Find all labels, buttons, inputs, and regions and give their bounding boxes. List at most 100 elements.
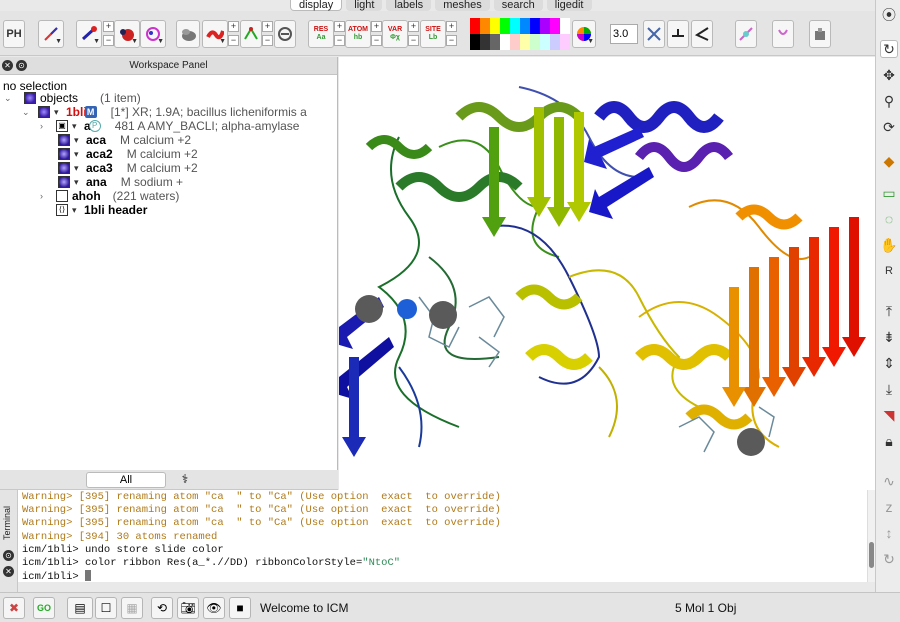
color-swatch[interactable] (500, 34, 510, 50)
tree-row-aca3[interactable]: ▾ aca3 M calcium +2 (58, 161, 198, 175)
stop-button[interactable]: ✖ (3, 597, 25, 619)
spin-icon[interactable]: ⟳ (880, 118, 898, 136)
move-icon[interactable]: ✥ (880, 66, 898, 84)
color-swatch[interactable] (520, 18, 530, 34)
dna-icon[interactable]: ⚕ (176, 472, 194, 488)
var-minus[interactable]: − (408, 35, 419, 46)
tab-all[interactable]: All (86, 472, 166, 488)
tab-ligedit[interactable]: ligedit (546, 0, 592, 11)
select-lasso-icon[interactable]: ◌ (880, 210, 898, 228)
site-plus[interactable]: + (446, 21, 457, 32)
z-axis-icon[interactable]: z (880, 498, 898, 516)
color-swatch[interactable] (510, 18, 520, 34)
tab-light[interactable]: light (346, 0, 383, 11)
select-rect-icon[interactable]: ▭ (880, 184, 898, 202)
tree-row-ahoh[interactable]: › ahoh (221 waters) (40, 189, 179, 203)
stick-minus[interactable]: − (103, 35, 114, 46)
color-swatch[interactable] (500, 18, 510, 34)
atom-plus[interactable]: + (371, 21, 382, 32)
tree-row-header[interactable]: ⟨⟩ ▾ 1bli header (56, 203, 147, 217)
ribbon-button[interactable]: ▼ (202, 20, 228, 48)
terminal-prompt-line[interactable]: icm/1bli> (22, 570, 863, 582)
color-swatch[interactable] (510, 34, 520, 50)
color-swatch[interactable] (490, 18, 500, 34)
color-swatch[interactable] (540, 18, 550, 34)
stick-button[interactable]: ▼ (76, 20, 102, 48)
align-bottom-icon[interactable]: ⤓ (880, 380, 898, 398)
res-minus[interactable]: − (334, 35, 345, 46)
clip-icon[interactable]: ◆ (880, 152, 898, 170)
torsion-button[interactable] (735, 20, 757, 48)
res-plus[interactable]: + (334, 21, 345, 32)
zoom-icon[interactable]: ⚲ (880, 92, 898, 110)
skin-minus[interactable]: − (262, 35, 273, 46)
color-swatch[interactable] (470, 34, 480, 50)
go-button[interactable]: GO (33, 597, 55, 619)
chevron-down-icon[interactable]: ⌄ (4, 93, 16, 104)
site-minus[interactable]: − (446, 35, 457, 46)
move-updown-icon[interactable]: ↕ (880, 524, 898, 542)
chevron-right-icon[interactable]: › (40, 191, 52, 201)
record-icon[interactable]: ⦿ (880, 6, 898, 24)
color-palette[interactable] (470, 18, 570, 50)
distance-button[interactable] (667, 20, 689, 48)
tree-row-a[interactable]: › ▣ ▾ a P 481 A AMY_BACLI; alpha-amylase (40, 119, 299, 133)
dropdown-icon[interactable]: ▾ (74, 149, 86, 160)
hand-icon[interactable]: ✋ (880, 236, 898, 254)
tree-row-aca[interactable]: ▾ aca M calcium +2 (58, 133, 191, 147)
var-label-button[interactable]: VAR Φχ (382, 20, 408, 48)
align-middle-icon[interactable]: ⇟ (880, 328, 898, 346)
float-icon[interactable]: ⊙ (3, 550, 14, 561)
chevron-down-icon[interactable]: ⌄ (22, 107, 34, 118)
surface-button[interactable]: ▼ (140, 20, 166, 48)
reset-view-button[interactable]: ⟲ (151, 597, 173, 619)
ballstick-button[interactable]: ▼ (114, 20, 140, 48)
ribbon-plus[interactable]: + (228, 21, 239, 32)
chevron-right-icon[interactable]: › (40, 121, 52, 131)
center-button[interactable] (643, 20, 665, 48)
color-swatch[interactable] (560, 34, 570, 50)
layout-button[interactable]: ▤ (67, 597, 93, 619)
atom-minus[interactable]: − (371, 35, 382, 46)
res-label-button[interactable]: RES Aa (308, 20, 334, 48)
skin-button[interactable] (240, 20, 262, 48)
res-select-icon[interactable]: R (880, 262, 898, 280)
gesture-icon[interactable]: ∿ (880, 472, 898, 490)
align-center-icon[interactable]: ⇕ (880, 354, 898, 372)
var-plus[interactable]: + (408, 21, 419, 32)
color-swatch[interactable] (540, 34, 550, 50)
color-swatch[interactable] (530, 18, 540, 34)
terminal-scrollbar[interactable] (867, 490, 875, 582)
wire-button[interactable]: ▼ (38, 20, 64, 48)
tools-button[interactable] (809, 20, 831, 48)
color-swatch[interactable] (520, 34, 530, 50)
color-swatch[interactable] (560, 18, 570, 34)
dropdown-icon[interactable]: ▾ (72, 205, 84, 216)
snapshot-button[interactable]: 📷︎ (177, 597, 199, 619)
dropdown-icon[interactable]: ▾ (72, 121, 84, 132)
tab-meshes[interactable]: meshes (435, 0, 490, 11)
atom-label-button[interactable]: ATOM hb (345, 20, 371, 48)
tree-row-objects[interactable]: ⌄ objects (1 item) (4, 91, 141, 105)
molecule-viewer[interactable] (339, 57, 875, 490)
panel-button[interactable]: ▦ (121, 597, 143, 619)
view-button[interactable]: 👁︎ (203, 597, 225, 619)
skin-plus[interactable]: + (262, 21, 273, 32)
wifi-icon[interactable]: ◥ (880, 406, 898, 424)
lock-icon[interactable]: 🔒︎ (880, 432, 898, 450)
thickness-input[interactable] (610, 24, 638, 44)
angle-button[interactable] (691, 20, 713, 48)
site-label-button[interactable]: SITE Lb (420, 20, 446, 48)
dropdown-icon[interactable]: ▾ (54, 107, 66, 118)
cpk-button[interactable] (176, 20, 200, 48)
tab-search[interactable]: search (493, 0, 543, 11)
xstick-button[interactable] (274, 20, 296, 48)
color-swatch[interactable] (490, 34, 500, 50)
color-swatch[interactable] (480, 18, 490, 34)
terminal-output[interactable]: Warning> [395] renaming atom "ca " to "C… (18, 490, 867, 582)
tree-row-aca2[interactable]: ▾ aca2 M calcium +2 (58, 147, 198, 161)
color-wheel-button[interactable]: ▼ (572, 20, 596, 48)
align-top-icon[interactable]: ⤒ (880, 302, 898, 320)
ph-button[interactable]: PH (3, 20, 25, 48)
close-icon[interactable]: ✕ (3, 566, 14, 577)
